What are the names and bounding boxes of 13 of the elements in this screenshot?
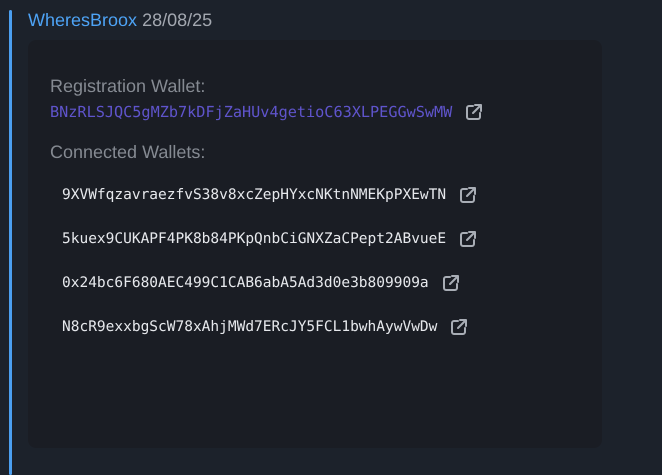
wallet-address[interactable]: N8cR9exxbgScW78xAhjMWd7ERcJY5FCL1bwhAywVwDw <box>62 319 438 335</box>
author-name[interactable]: WheresBroox <box>28 10 138 30</box>
registration-label: Registration Wallet: <box>50 76 206 97</box>
wallet-address[interactable]: 5kuex9CUKAPF4PK8b84PKpQnbCiGNXZaCPept2ABvueE <box>62 231 446 247</box>
external-link-icon[interactable] <box>440 273 461 293</box>
wallet-address[interactable]: 0x24bc6F680AEC499C1CAB6abA5Ad3d0e3b809909a <box>62 275 429 291</box>
connected-label: Connected Wallets: <box>50 142 206 163</box>
external-link-icon[interactable] <box>458 185 478 205</box>
external-link-icon[interactable] <box>458 229 478 249</box>
external-link-icon[interactable] <box>464 102 484 122</box>
external-link-icon[interactable] <box>449 317 470 337</box>
wallet-address[interactable]: 9XVWfqzavraezfvS38v8xcZepHYxcNKtnNMEKpPXEwTN <box>62 187 446 203</box>
message-date: 28/08/25 <box>142 10 212 30</box>
